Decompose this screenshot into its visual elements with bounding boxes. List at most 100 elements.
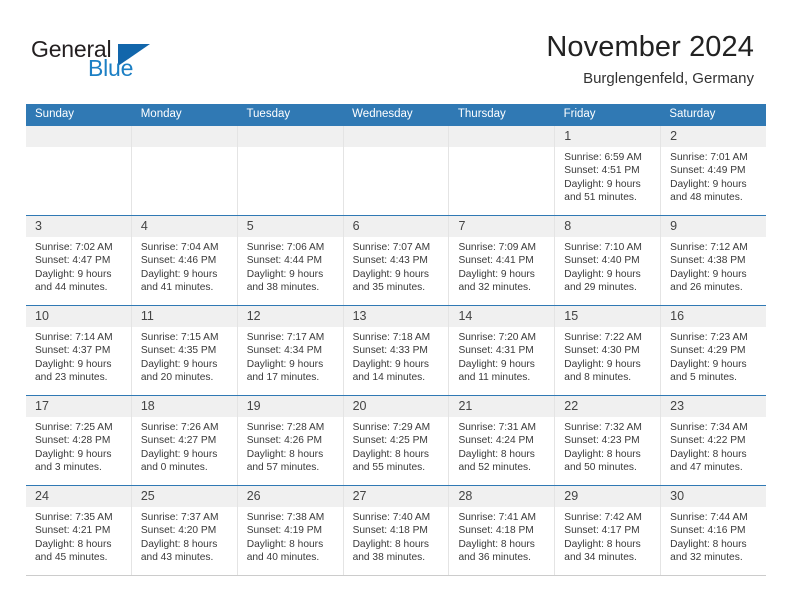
calendar-day-cell[interactable]: 12 Sunrise: 7:17 AM Sunset: 4:34 PM Dayligh… [237,306,344,395]
calendar-day-cell[interactable]: 27 Sunrise: 7:40 AM Sunset: 4:18 PM Dayligh… [343,486,450,575]
day-daylight1-text: Daylight: 8 hours [458,538,535,550]
calendar-day-cell[interactable]: 22 Sunrise: 7:32 AM Sunset: 4:23 PM Dayligh… [555,396,662,485]
calendar-day-cell[interactable]: 8 Sunrise: 7:10 AM Sunset: 4:40 PM Daylight… [555,216,662,305]
day-sunset-text: Sunset: 4:27 PM [140,435,217,447]
day-sunset-text: Sunset: 4:24 PM [458,435,534,447]
day-number: 23 [670,399,685,413]
calendar-day-cell[interactable]: 4 Sunrise: 7:04 AM Sunset: 4:46 PM Daylight… [131,216,238,305]
calendar-week-row: 24 Sunrise: 7:35 AM Sunset: 4:21 PM Dayligh… [26,485,767,576]
day-daylight1-text: Daylight: 8 hours [352,538,430,550]
day-number: 25 [140,489,155,503]
day-number: 30 [670,489,685,503]
day-daylight1-text: Daylight: 9 hours [35,358,112,370]
day-daylight2-text: and 38 minutes. [246,282,320,294]
calendar-day-cell[interactable]: 18 Sunrise: 7:26 AM Sunset: 4:27 PM Dayligh… [131,396,238,485]
day-daylight1-text: Daylight: 9 hours [458,268,535,280]
day-daylight1-text: Daylight: 8 hours [352,448,430,460]
calendar-day-cell[interactable]: 25 Sunrise: 7:37 AM Sunset: 4:20 PM Dayligh… [131,486,238,575]
day-sunrise-text: Sunrise: 7:40 AM [352,512,431,523]
day-daylight1-text: Daylight: 9 hours [246,268,324,280]
day-daylight1-text: Daylight: 8 hours [458,448,535,460]
calendar-day-cell[interactable]: 10 Sunrise: 7:14 AM Sunset: 4:37 PM Dayligh… [26,306,132,395]
day-sunrise-text: Sunrise: 7:18 AM [352,332,431,343]
day-daylight2-text: and 11 minutes. [458,372,531,384]
day-daylight1-text: Daylight: 9 hours [352,268,430,280]
day-sun-info: Sunrise: 7:44 AM Sunset: 4:16 PM Daylight:… [661,507,766,565]
day-number: 5 [246,219,254,233]
day-sunset-text: Sunset: 4:33 PM [352,345,428,357]
day-sunset-text: Sunset: 4:21 PM [35,525,111,537]
calendar-day-cell-empty [449,126,556,215]
day-number: 21 [458,399,473,413]
day-sunset-text: Sunset: 4:34 PM [246,345,323,357]
day-sunset-text: Sunset: 4:40 PM [564,255,640,267]
day-daylight2-text: and 36 minutes. [458,552,531,564]
calendar-day-cell[interactable]: 13 Sunrise: 7:18 AM Sunset: 4:33 PM Dayligh… [343,306,450,395]
calendar-day-cell-empty [131,126,238,215]
day-sun-info: Sunrise: 7:23 AM Sunset: 4:29 PM Daylight:… [661,327,766,385]
day-sunrise-text: Sunrise: 6:59 AM [564,152,642,163]
day-sun-info: Sunrise: 7:31 AM Sunset: 4:24 PM Daylight:… [449,417,554,475]
calendar-day-cell[interactable]: 3 Sunrise: 7:02 AM Sunset: 4:47 PM Daylight… [26,216,132,305]
calendar-day-cell[interactable]: 14 Sunrise: 7:20 AM Sunset: 4:31 PM Dayligh… [449,306,556,395]
calendar-day-cell[interactable]: 9 Sunrise: 7:12 AM Sunset: 4:38 PM Daylight… [661,216,767,305]
calendar-day-cell[interactable]: 29 Sunrise: 7:42 AM Sunset: 4:17 PM Dayligh… [555,486,662,575]
day-number-strip [449,126,555,147]
brand-name-blue: Blue [88,55,134,81]
day-daylight1-text: Daylight: 9 hours [35,448,112,460]
calendar-day-cell[interactable]: 19 Sunrise: 7:28 AM Sunset: 4:26 PM Dayligh… [237,396,344,485]
calendar-day-cell[interactable]: 28 Sunrise: 7:41 AM Sunset: 4:18 PM Dayligh… [449,486,556,575]
day-daylight1-text: Daylight: 9 hours [564,178,641,190]
day-number: 2 [670,129,678,143]
day-daylight2-text: and 35 minutes. [352,282,426,294]
day-number: 4 [140,219,148,233]
calendar-day-cell[interactable]: 30 Sunrise: 7:44 AM Sunset: 4:16 PM Dayligh… [661,486,767,575]
day-daylight2-text: and 51 minutes. [564,192,637,204]
calendar-day-cell[interactable]: 5 Sunrise: 7:06 AM Sunset: 4:44 PM Daylight… [237,216,344,305]
brand-logo[interactable]: General Blue [31,36,221,86]
day-sun-info: Sunrise: 7:17 AM Sunset: 4:34 PM Daylight:… [238,327,343,385]
day-sun-info: Sunrise: 7:29 AM Sunset: 4:25 PM Daylight:… [344,417,449,475]
calendar-day-cell[interactable]: 17 Sunrise: 7:25 AM Sunset: 4:28 PM Dayligh… [26,396,132,485]
calendar-day-cell[interactable]: 26 Sunrise: 7:38 AM Sunset: 4:19 PM Dayligh… [237,486,344,575]
calendar-day-cell[interactable]: 16 Sunrise: 7:23 AM Sunset: 4:29 PM Dayligh… [661,306,767,395]
day-daylight1-text: Daylight: 9 hours [564,358,641,370]
day-daylight1-text: Daylight: 8 hours [564,538,641,550]
day-sun-info: Sunrise: 7:22 AM Sunset: 4:30 PM Daylight:… [555,327,660,385]
day-daylight1-text: Daylight: 9 hours [140,268,218,280]
calendar-day-cell[interactable]: 2 Sunrise: 7:01 AM Sunset: 4:49 PM Daylight… [661,126,767,215]
calendar-day-cell[interactable]: 20 Sunrise: 7:29 AM Sunset: 4:25 PM Dayligh… [343,396,450,485]
calendar-day-cell[interactable]: 6 Sunrise: 7:07 AM Sunset: 4:43 PM Daylight… [343,216,450,305]
day-sunrise-text: Sunrise: 7:02 AM [35,242,113,253]
weekday-sunday: Sunday [35,108,75,120]
day-sun-info: Sunrise: 6:59 AM Sunset: 4:51 PM Daylight:… [555,147,660,205]
calendar-week-row: 1 Sunrise: 6:59 AM Sunset: 4:51 PM Daylight… [26,125,767,215]
day-daylight2-text: and 20 minutes. [140,372,214,384]
calendar-day-cell[interactable]: 11 Sunrise: 7:15 AM Sunset: 4:35 PM Dayligh… [131,306,238,395]
day-number: 27 [352,489,367,503]
calendar-day-cell[interactable]: 1 Sunrise: 6:59 AM Sunset: 4:51 PM Daylight… [555,126,662,215]
calendar-day-cell[interactable]: 23 Sunrise: 7:34 AM Sunset: 4:22 PM Dayligh… [661,396,767,485]
calendar-day-cell[interactable]: 24 Sunrise: 7:35 AM Sunset: 4:21 PM Dayligh… [26,486,132,575]
day-daylight2-text: and 45 minutes. [35,552,108,564]
day-number: 18 [140,399,155,413]
day-sun-info: Sunrise: 7:42 AM Sunset: 4:17 PM Daylight:… [555,507,660,565]
day-number: 16 [670,309,685,323]
day-sunrise-text: Sunrise: 7:41 AM [458,512,537,523]
day-daylight1-text: Daylight: 9 hours [670,178,747,190]
calendar-grid: Sunday Monday Tuesday Wednesday Thursday… [26,104,767,576]
day-daylight1-text: Daylight: 9 hours [140,358,218,370]
day-sunset-text: Sunset: 4:47 PM [35,255,111,267]
calendar-day-cell[interactable]: 7 Sunrise: 7:09 AM Sunset: 4:41 PM Daylight… [449,216,556,305]
day-sun-info: Sunrise: 7:12 AM Sunset: 4:38 PM Daylight:… [661,237,766,295]
day-sunset-text: Sunset: 4:30 PM [564,345,640,357]
day-sunrise-text: Sunrise: 7:31 AM [458,422,537,433]
day-daylight2-text: and 17 minutes. [246,372,320,384]
day-sunset-text: Sunset: 4:18 PM [352,525,428,537]
day-sun-info: Sunrise: 7:07 AM Sunset: 4:43 PM Daylight:… [344,237,449,295]
day-sunrise-text: Sunrise: 7:44 AM [670,512,748,523]
day-daylight2-text: and 26 minutes. [670,282,743,294]
calendar-day-cell[interactable]: 21 Sunrise: 7:31 AM Sunset: 4:24 PM Dayligh… [449,396,556,485]
calendar-day-cell[interactable]: 15 Sunrise: 7:22 AM Sunset: 4:30 PM Dayligh… [555,306,662,395]
day-daylight2-text: and 32 minutes. [670,552,743,564]
